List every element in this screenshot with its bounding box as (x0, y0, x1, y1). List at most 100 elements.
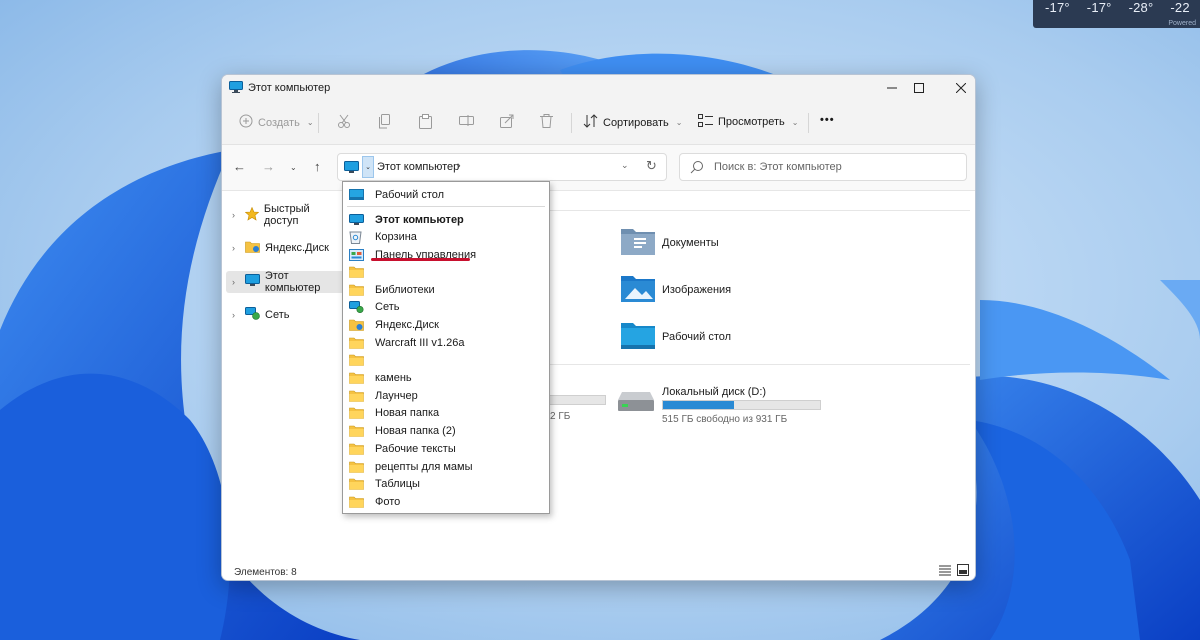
dropdown-item-label: Корзина (375, 230, 417, 243)
close-button[interactable] (938, 75, 975, 101)
network-icon (349, 300, 365, 313)
dropdown-item[interactable]: камень (349, 369, 545, 386)
chevron-down-icon[interactable]: ⌄ (621, 160, 629, 171)
dropdown-item-label: Таблицы (375, 477, 420, 490)
folder-icon (349, 337, 365, 349)
section-divider (550, 210, 970, 211)
drive-free-space: 2 ГБ (550, 411, 571, 422)
dropdown-item-label: Библиотеки (375, 283, 435, 296)
dropdown-item[interactable]: Новая папка (349, 404, 545, 421)
sort-button[interactable]: Сортировать ⌄ (583, 114, 682, 131)
copy-icon (378, 114, 391, 132)
scissors-icon (337, 114, 351, 132)
forward-arrow-icon[interactable]: → (262, 159, 275, 174)
folder-icon (349, 425, 365, 437)
back-arrow-icon[interactable]: ← (233, 159, 246, 174)
more-options-button[interactable]: ••• (820, 114, 835, 126)
dropdown-item[interactable]: Новая папка (2) (349, 422, 545, 439)
chevron-right-icon[interactable]: › (457, 160, 461, 172)
search-icon (690, 160, 704, 177)
dropdown-item[interactable]: Сеть (349, 298, 545, 315)
dropdown-item[interactable]: Этот компьютер (349, 211, 545, 228)
dropdown-item[interactable]: Библиотеки (349, 281, 545, 298)
temperature: -22 (1170, 0, 1190, 15)
folder-label: Рабочий стол (662, 330, 732, 343)
dropdown-item[interactable]: Корзина (349, 228, 545, 245)
sidebar-item-quick-access[interactable]: › Быстрый доступ (226, 203, 346, 227)
chevron-right-icon[interactable]: › (232, 310, 240, 320)
documents-folder-icon (620, 226, 656, 259)
up-arrow-icon[interactable]: ↑ (314, 159, 321, 174)
recycle-bin-icon (349, 230, 365, 244)
dropdown-item[interactable]: Рабочий стол (349, 186, 545, 203)
dropdown-item[interactable] (349, 263, 545, 280)
sidebar-item-network[interactable]: › Сеть (226, 304, 346, 326)
folder-label: Документы (662, 236, 719, 249)
sidebar-item-label: Быстрый доступ (263, 203, 310, 227)
chevron-right-icon[interactable]: › (232, 243, 240, 253)
folder-icon (349, 443, 365, 455)
refresh-icon[interactable]: ↻ (646, 158, 657, 174)
dropdown-item[interactable]: Таблицы (349, 475, 545, 492)
delete-button[interactable] (540, 114, 553, 131)
dropdown-item-label: Фото (375, 495, 401, 508)
dropdown-item-label: Этот компьютер (375, 213, 464, 226)
search-box[interactable]: Поиск в: Этот компьютер (679, 153, 967, 181)
dropdown-item[interactable]: Рабочие тексты (349, 440, 545, 457)
folder-pictures[interactable]: Изображения (620, 273, 731, 306)
folder-label: Изображения (662, 283, 732, 296)
temperature: -17° (1086, 0, 1112, 15)
drive-label: Локальный диск (D:) (662, 386, 767, 398)
recent-locations-chevron-icon[interactable]: ⌄ (290, 163, 297, 172)
drive-free-space: 515 ГБ свободно из 931 ГБ (662, 414, 788, 425)
dropdown-item[interactable]: Лаунчер (349, 387, 545, 404)
copy-button[interactable] (378, 114, 391, 132)
sidebar-item-label: Этот компьютер (264, 270, 321, 294)
share-button[interactable] (500, 114, 514, 131)
chevron-right-icon[interactable]: › (232, 277, 240, 287)
drive-used-fill (663, 401, 734, 409)
rename-icon (459, 114, 474, 130)
network-icon (245, 307, 260, 323)
chevron-down-icon: ⌄ (675, 118, 683, 127)
address-dropdown-menu: Рабочий стол Этот компьютер Корзина Панель … (342, 181, 550, 514)
cut-button[interactable] (337, 114, 351, 132)
dropdown-item[interactable]: Яндекс.Диск (349, 316, 545, 333)
chevron-right-icon[interactable]: › (232, 210, 240, 220)
sidebar-item-yandex-disk[interactable]: › Яндекс.Диск (226, 237, 346, 259)
address-path[interactable]: Этот компьютер (377, 161, 459, 173)
dropdown-item[interactable]: Фото (349, 493, 545, 510)
folder-icon (349, 478, 365, 490)
window-title: Этот компьютер (248, 82, 331, 94)
address-bar[interactable]: ⌄ Этот компьютер › ⌄ ↻ (337, 153, 667, 181)
toolbar-divider (318, 113, 319, 133)
rename-button[interactable] (459, 114, 474, 130)
view-icon (698, 114, 713, 130)
navigation-bar: ← → ⌄ ↑ ⌄ Этот компьютер › ⌄ ↻ Поиск в: … (222, 145, 975, 191)
dropdown-item[interactable]: рецепты для мамы (349, 458, 545, 475)
create-label: Создать (258, 116, 300, 129)
dropdown-item-label: Рабочие тексты (375, 442, 456, 455)
weather-widget[interactable]: -17° -17° -28° -22 Powered (1033, 0, 1200, 28)
folder-icon (349, 407, 365, 419)
details-view-icon[interactable] (939, 564, 951, 579)
folder-documents[interactable]: Документы (620, 226, 719, 259)
sidebar-item-this-pc[interactable]: › Этот компьютер (226, 270, 346, 294)
dropdown-item[interactable]: Warcraft III v1.26a (349, 334, 545, 351)
folder-icon (349, 390, 365, 402)
folder-icon (349, 284, 365, 296)
dropdown-item-label: камень (375, 371, 412, 384)
tiles-view-icon[interactable] (957, 564, 969, 579)
folder-desktop[interactable]: Рабочий стол (620, 320, 731, 353)
paste-button[interactable] (419, 114, 432, 132)
dropdown-item-label: Новая папка (375, 406, 440, 419)
title-bar: Этот компьютер (222, 75, 975, 101)
view-button[interactable]: Просмотреть ⌄ (698, 114, 798, 130)
temperature: -17° (1045, 0, 1070, 15)
computer-icon (229, 81, 243, 96)
address-dropdown-toggle[interactable]: ⌄ (362, 156, 374, 178)
maximize-button[interactable] (896, 75, 942, 101)
create-button[interactable]: Создать ⌄ (239, 114, 314, 131)
dropdown-item[interactable] (349, 351, 545, 368)
section-divider (550, 364, 970, 365)
